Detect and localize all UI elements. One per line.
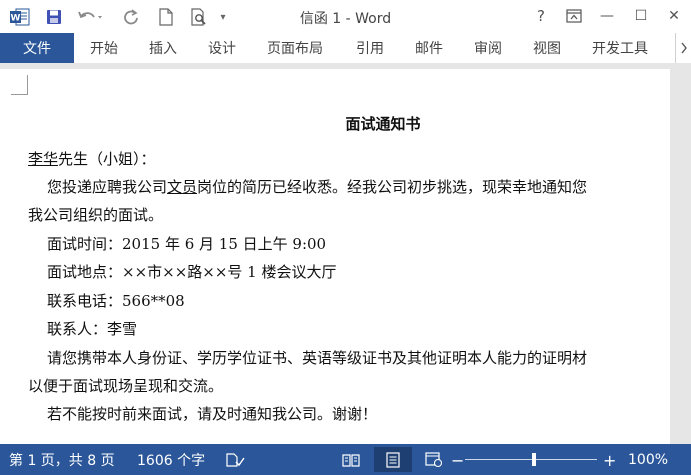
document-area: 面试通知书 李华先生（小姐）： 您投递应聘我公司文员岗位的简历已经收悉。经我公司… bbox=[0, 63, 691, 444]
document-page[interactable]: 面试通知书 李华先生（小姐）： 您投递应聘我公司文员岗位的简历已经收悉。经我公司… bbox=[0, 69, 670, 444]
help-button[interactable]: ? bbox=[528, 4, 554, 28]
tab-insert[interactable]: 插入 bbox=[149, 33, 177, 63]
title-bar: W ▾ 信函 1 - Word ? — ☐ ✕ bbox=[0, 0, 691, 33]
read-mode-button[interactable] bbox=[335, 447, 367, 472]
tab-home[interactable]: 开始 bbox=[90, 33, 118, 63]
paragraph-1-text-b: 岗位的简历已经收悉。经我公司初步挑选，现荣幸地通知您 bbox=[197, 178, 588, 196]
zoom-slider-thumb[interactable] bbox=[532, 453, 536, 466]
ribbon-scroll-right-button[interactable] bbox=[675, 33, 691, 63]
status-bar: 第 1 页，共 8 页 1606 个字 − + 100% bbox=[0, 444, 691, 475]
greeting-line: 李华先生（小姐）： bbox=[28, 149, 156, 169]
margin-corner-mark bbox=[11, 75, 28, 95]
word-count[interactable]: 1606 个字 bbox=[137, 451, 205, 469]
web-layout-button[interactable] bbox=[418, 447, 450, 472]
zoom-out-button[interactable]: − bbox=[451, 451, 464, 470]
page-count[interactable]: 第 1 页，共 8 页 bbox=[9, 451, 115, 469]
tab-references[interactable]: 引用 bbox=[356, 33, 384, 63]
greeting-name: 李华 bbox=[28, 150, 59, 168]
tab-file[interactable]: 文件 bbox=[0, 33, 74, 63]
interview-place: 面试地点：××市××路××号 1 楼会议大厅 bbox=[47, 263, 337, 281]
paragraph-1-line-2: 我公司组织的面试。 bbox=[28, 206, 164, 224]
paragraph-1-text-a: 您投递应聘我公司 bbox=[47, 178, 168, 196]
tab-developer[interactable]: 开发工具 bbox=[592, 33, 648, 63]
minimize-button[interactable]: — bbox=[594, 4, 620, 28]
tab-page-layout[interactable]: 页面布局 bbox=[267, 33, 323, 63]
proofing-icon[interactable] bbox=[225, 451, 245, 469]
paragraph-2-line-1: 请您携带本人身份证、学历学位证书、英语等级证书及其他证明本人能力的证明材 bbox=[47, 349, 588, 367]
paragraph-2-line-2: 以便于面试现场呈现和交流。 bbox=[28, 377, 224, 395]
paragraph-3: 若不能按时前来面试，请及时通知我公司。谢谢！ bbox=[47, 405, 378, 423]
letter-heading: 面试通知书 bbox=[345, 115, 421, 133]
zoom-in-button[interactable]: + bbox=[603, 451, 616, 470]
contact-phone: 联系电话：566**08 bbox=[47, 292, 185, 310]
tab-review[interactable]: 审阅 bbox=[474, 33, 502, 63]
zoom-slider[interactable] bbox=[465, 459, 597, 460]
job-title: 文员 bbox=[167, 178, 198, 196]
tab-view[interactable]: 视图 bbox=[533, 33, 561, 63]
print-layout-button[interactable] bbox=[374, 447, 412, 472]
greeting-rest: 先生（小姐）： bbox=[58, 150, 156, 168]
close-button[interactable]: ✕ bbox=[661, 4, 687, 28]
interview-time: 面试时间：2015 年 6 月 15 日上午 9:00 bbox=[47, 235, 327, 253]
ribbon-tabs: 文件 开始 插入 设计 页面布局 引用 邮件 审阅 视图 开发工具 bbox=[0, 33, 691, 63]
contact-person: 联系人：李雪 bbox=[47, 320, 138, 338]
ribbon-display-options-button[interactable] bbox=[561, 4, 587, 28]
tab-design[interactable]: 设计 bbox=[208, 33, 236, 63]
zoom-level[interactable]: 100% bbox=[628, 451, 668, 469]
tab-mailings[interactable]: 邮件 bbox=[415, 33, 443, 63]
paragraph-1-line-1: 您投递应聘我公司文员岗位的简历已经收悉。经我公司初步挑选，现荣幸地通知您 bbox=[47, 177, 587, 197]
document-title: 信函 1 - Word bbox=[299, 11, 392, 27]
maximize-button[interactable]: ☐ bbox=[628, 4, 654, 28]
vertical-scrollbar[interactable] bbox=[670, 63, 691, 444]
